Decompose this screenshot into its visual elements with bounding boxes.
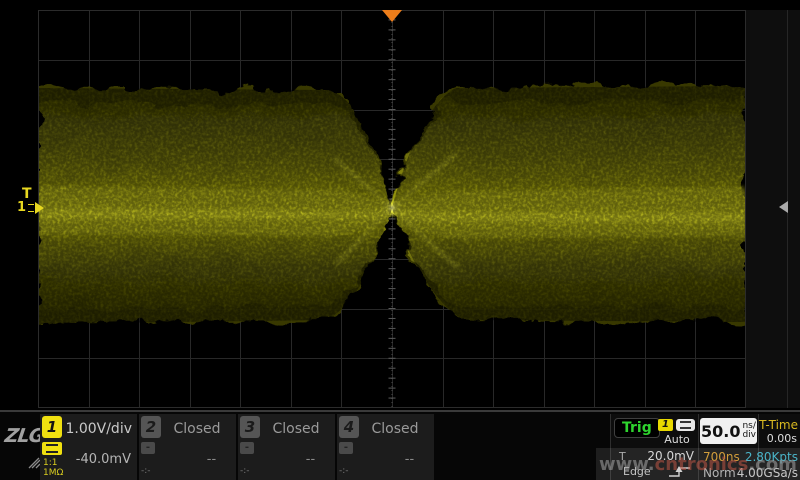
channel1-probe-ratio: 1:1	[43, 458, 57, 468]
watermark-part3: .com	[748, 454, 797, 475]
channel2-sub: -:-	[141, 466, 151, 476]
channel2-value: --	[163, 452, 230, 467]
right-margin	[746, 10, 800, 408]
channel4-sub: -:-	[339, 466, 349, 476]
brand-name: ZLG	[3, 425, 45, 447]
channel3-box[interactable]: 3 Closed - -- -:-	[238, 414, 335, 480]
timebase-unit-2: div	[742, 431, 756, 440]
channel2-state: Closed	[163, 421, 231, 437]
watermark-part2: cntronics	[655, 454, 749, 475]
channel1-box[interactable]: 1 1.00V/div -40.0mV 1:1 1MΩ	[40, 414, 137, 480]
waveform-display	[38, 10, 746, 408]
oscilloscope-screen: T 1 ZLG® 1 1.00V/div -40.0mV 1:1 1MΩ 2 C…	[0, 0, 800, 480]
channel1-offset: -40.0mV	[64, 452, 131, 467]
arrow-right-icon	[35, 202, 44, 214]
channel3-sub: -:-	[240, 466, 250, 476]
channel1-ground-marker[interactable]: 1	[17, 200, 44, 215]
timebase-scale-box[interactable]: 50.0 ns/ div	[700, 418, 757, 444]
channel2-badge[interactable]: 2	[141, 416, 161, 438]
trig-button[interactable]: Trig	[614, 418, 660, 438]
channel4-coupling-icon: -	[339, 442, 353, 454]
ground-dash-icon	[28, 204, 34, 212]
channel1-impedance: 1MΩ	[43, 468, 63, 478]
ttime-label: T-Time	[759, 418, 798, 432]
channel1-badge[interactable]: 1	[42, 416, 62, 438]
channel2-coupling-icon: -	[141, 442, 155, 454]
ttime-value: 0.00s	[767, 432, 797, 445]
channel1-scale: 1.00V/div	[64, 421, 132, 437]
trigger-mode: Auto	[657, 433, 697, 446]
status-bar: ZLG® 1 1.00V/div -40.0mV 1:1 1MΩ 2 Close…	[0, 410, 800, 480]
trigger-level-arrow-icon[interactable]	[779, 201, 788, 213]
channel3-value: --	[262, 452, 329, 467]
channel4-value: --	[361, 452, 428, 467]
channel1-ground-label: 1	[17, 200, 26, 215]
channel2-box[interactable]: 2 Closed - -- -:-	[139, 414, 236, 480]
trigger-coupling-icon	[676, 419, 695, 431]
watermark-part1: www.	[599, 454, 655, 475]
timebase-scale: 50.0	[701, 422, 740, 441]
channel4-badge[interactable]: 4	[339, 416, 359, 438]
channel3-badge[interactable]: 3	[240, 416, 260, 438]
trigger-source-badge: 1	[658, 419, 673, 431]
channel4-box[interactable]: 4 Closed - -- -:-	[337, 414, 434, 480]
channel4-state: Closed	[361, 421, 429, 437]
channel3-coupling-icon: -	[240, 442, 254, 454]
channel1-coupling-icon[interactable]	[42, 442, 62, 455]
channel3-state: Closed	[262, 421, 330, 437]
watermark: www.cntronics.com	[596, 448, 800, 480]
